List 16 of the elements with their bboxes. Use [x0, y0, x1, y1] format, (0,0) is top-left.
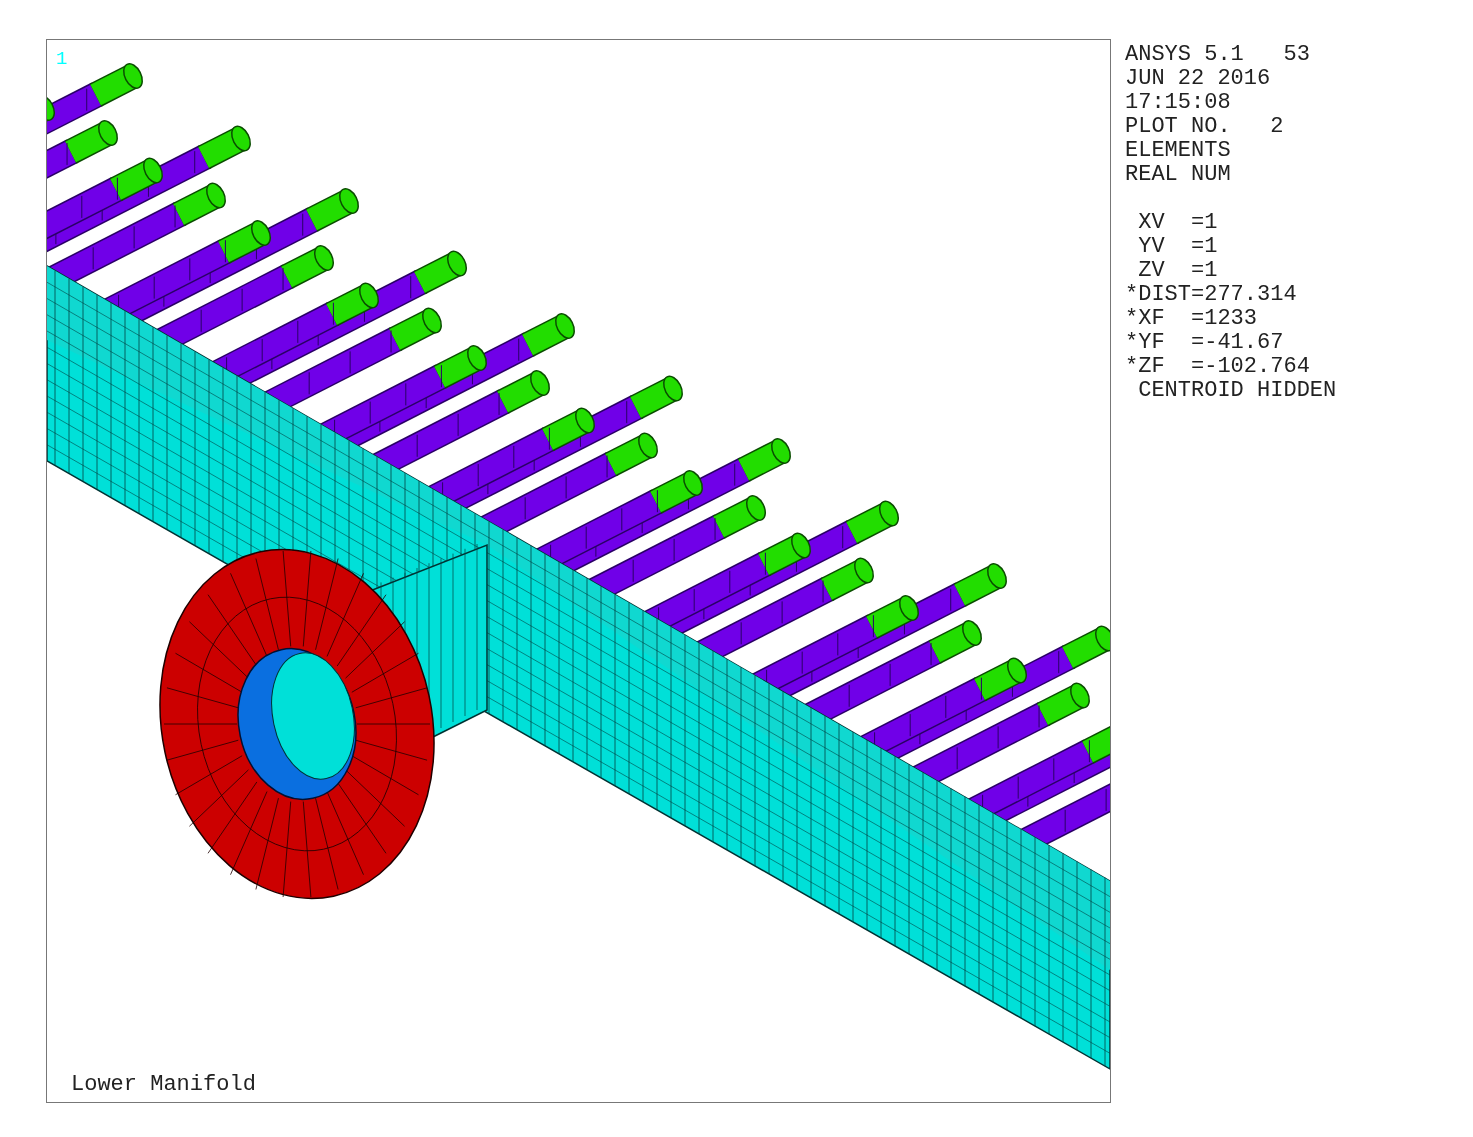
plot-info-line: YV =1 — [1137, 235, 1219, 259]
plot-info-line: PLOT NO. 2 — [1125, 115, 1285, 139]
plot-info-line: *ZF =-102.764 — [1125, 355, 1311, 379]
plot-info-line: REAL NUM — [1125, 163, 1232, 187]
plot-info-line: 17:15:08 — [1125, 91, 1232, 115]
plot-info-line: CENTROID HIDDEN — [1137, 379, 1337, 403]
plot-info-line: *DIST=277.314 — [1125, 283, 1298, 307]
plot-info-line: JUN 22 2016 — [1125, 67, 1272, 91]
plot-info-line: ELEMENTS — [1125, 139, 1232, 163]
plot-info-line: ANSYS 5.1 53 — [1125, 43, 1311, 67]
plot-info-line: *YF =-41.67 — [1125, 331, 1285, 355]
plot-info-line: ZV =1 — [1137, 259, 1219, 283]
plot-info-line: *XF =1233 — [1125, 307, 1259, 331]
element-number-label: 1 — [56, 50, 68, 69]
plot-info-line: XV =1 — [1137, 211, 1219, 235]
plot-title: Lower Manifold — [71, 1074, 256, 1096]
